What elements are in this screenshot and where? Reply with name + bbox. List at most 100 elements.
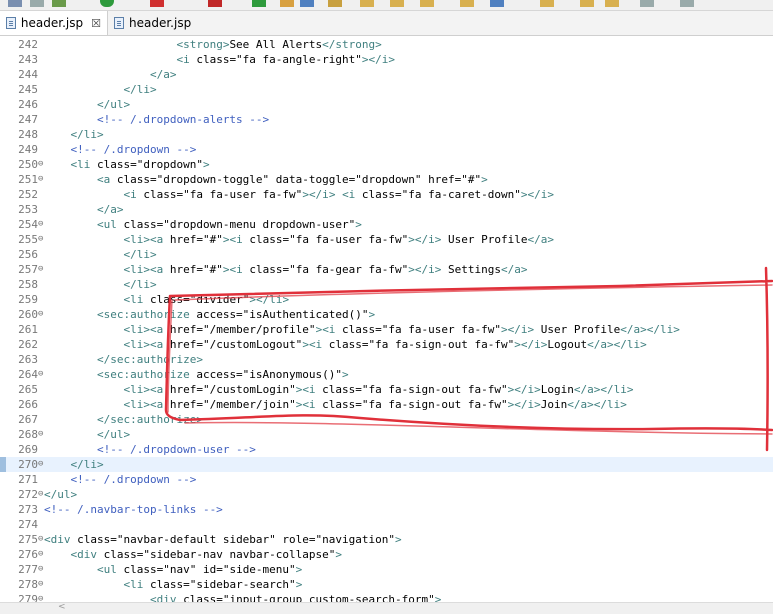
code-text: <div class="navbar-default sidebar" role… (44, 533, 402, 546)
code-text: </a> (96, 203, 124, 216)
code-line[interactable]: 254 ⊖ <ul class="dropdown-menu dropdown-u… (0, 217, 773, 232)
code-line[interactable]: 261 <li><a href="/member/profile"><i cla… (0, 322, 773, 337)
line-number: 266 (18, 398, 38, 411)
code-line[interactable]: 273 <!-- /.navbar-top-links --> (0, 502, 773, 517)
code-line[interactable]: 257 ⊖ <li><a href="#"><i class="fa fa-gea… (0, 262, 773, 277)
toolbar-icon[interactable] (490, 0, 504, 7)
code-line[interactable]: 244 </a> (0, 67, 773, 82)
toolbar-icon[interactable] (208, 0, 222, 7)
code-line[interactable]: 256 </li> (0, 247, 773, 262)
code-line[interactable]: 272 ⊖ </ul> (0, 487, 773, 502)
code-line[interactable]: 268 ⊖ </ul> (0, 427, 773, 442)
line-number: 244 (18, 68, 38, 81)
line-number: 246 (18, 98, 38, 111)
code-text: </li> (70, 128, 104, 141)
code-line[interactable]: 243 <i class="fa fa-angle-right"></i> (0, 52, 773, 67)
code-line[interactable]: 255 ⊖ <li><a href="#"><i class="fa fa-use… (0, 232, 773, 247)
code-text: </a> (149, 68, 177, 81)
code-text: <!-- /.dropdown --> (70, 143, 197, 156)
code-line[interactable]: 264 ⊖ <sec:authorize access="isAnonymous(… (0, 367, 773, 382)
code-line[interactable]: 265 <li><a href="/customLogin"><i class=… (0, 382, 773, 397)
tab-header-jsp-active[interactable]: header.jsp ☒ (0, 11, 108, 35)
toolbar-icon[interactable] (328, 0, 342, 7)
tab-label: header.jsp (20, 16, 84, 30)
forward-icon[interactable] (605, 0, 619, 7)
code-text: </li> (123, 83, 157, 96)
line-number: 274 (18, 518, 38, 531)
line-number: 243 (18, 53, 38, 66)
tab-header-jsp[interactable]: header.jsp (108, 11, 198, 35)
code-line[interactable]: 270 ⊖ </li> (0, 457, 773, 472)
code-text: </ul> (96, 98, 131, 111)
code-line[interactable]: 253 </a> (0, 202, 773, 217)
line-number: 268 (18, 428, 38, 441)
code-text: <li class="sidebar-search"> (123, 578, 303, 591)
code-text: <div class="sidebar-nav navbar-collapse"… (70, 548, 343, 561)
line-number: 269 (18, 443, 38, 456)
code-text: <!-- /.navbar-top-links --> (44, 503, 223, 516)
line-number: 264 (18, 368, 38, 381)
code-line[interactable]: 248 </li> (0, 127, 773, 142)
code-text: </li> (123, 278, 157, 291)
code-text: </sec:authorize> (96, 353, 203, 366)
run-icon[interactable] (100, 0, 114, 7)
code-line[interactable]: 250 ⊖ <li class="dropdown"> (0, 157, 773, 172)
line-number: 273 (18, 503, 38, 516)
line-number: 255 (18, 233, 38, 246)
scroll-left-icon[interactable]: < (58, 602, 66, 612)
toolbar-icon[interactable] (8, 0, 22, 7)
line-number: 245 (18, 83, 38, 96)
toolbar-icon[interactable] (390, 0, 404, 7)
code-line[interactable]: 252 <i class="fa fa-user fa-fw"></i> <i … (0, 187, 773, 202)
close-tab-icon[interactable]: ☒ (91, 17, 101, 30)
code-text: <i class="fa fa-user fa-fw"></i> <i clas… (123, 188, 555, 201)
code-line[interactable]: 276 ⊖ <div class="sidebar-nav navbar-coll… (0, 547, 773, 562)
toolbar-icon[interactable] (280, 0, 294, 7)
line-number: 257 (18, 263, 38, 276)
horizontal-scrollbar[interactable]: < (0, 602, 773, 614)
back-icon[interactable] (580, 0, 594, 7)
code-line[interactable]: 246 </ul> (0, 97, 773, 112)
code-line[interactable]: 260 ⊖ <sec:authorize access="isAuthentica… (0, 307, 773, 322)
code-line[interactable]: 271 <!-- /.dropdown --> (0, 472, 773, 487)
code-line[interactable]: 275 ⊖ <div class="navbar-default sidebar" … (0, 532, 773, 547)
code-text: <sec:authorize access="isAuthenticated()… (96, 308, 376, 321)
toolbar-icon[interactable] (680, 0, 694, 7)
toolbar-icon[interactable] (540, 0, 554, 7)
code-line[interactable]: 266 <li><a href="/member/join"><i class=… (0, 397, 773, 412)
code-line[interactable]: 277 ⊖ <ul class="nav" id="side-menu"> (0, 562, 773, 577)
code-line[interactable]: 267 </sec:authorize> (0, 412, 773, 427)
code-line[interactable]: 278 ⊖ <li class="sidebar-search"> (0, 577, 773, 592)
code-text: <li class="divider"></li> (123, 293, 290, 306)
toolbar-icon[interactable] (30, 0, 44, 7)
code-text: <li><a href="#"><i class="fa fa-user fa-… (123, 233, 555, 246)
toolbar-icon[interactable] (640, 0, 654, 7)
code-line[interactable]: 269 <!-- /.dropdown-user --> (0, 442, 773, 457)
code-line[interactable]: 262 <li><a href="/customLogout"><i class… (0, 337, 773, 352)
code-line[interactable]: 249 <!-- /.dropdown --> (0, 142, 773, 157)
code-line[interactable]: 242 <strong>See All Alerts</strong> (0, 37, 773, 52)
line-number: 265 (18, 383, 38, 396)
tab-label: header.jsp (129, 16, 192, 30)
code-line[interactable]: 259 <li class="divider"></li> (0, 292, 773, 307)
code-line[interactable]: 251 ⊖ <a class="dropdown-toggle" data-tog… (0, 172, 773, 187)
code-line[interactable]: 245 </li> (0, 82, 773, 97)
toolbar-icon[interactable] (52, 0, 66, 7)
code-editor[interactable]: 242 <strong>See All Alerts</strong> 243 <… (0, 37, 773, 602)
toolbar-icon[interactable] (420, 0, 434, 7)
stop-icon[interactable] (150, 0, 164, 7)
toolbar-icon[interactable] (300, 0, 314, 7)
line-number: 267 (18, 413, 38, 426)
play-icon[interactable] (252, 0, 266, 7)
line-number: 242 (18, 38, 38, 51)
code-line[interactable]: 247 <!-- /.dropdown-alerts --> (0, 112, 773, 127)
code-line[interactable]: 279 ⊖ <div class="input-group custom-sear… (0, 592, 773, 602)
line-number: 262 (18, 338, 38, 351)
toolbar-icon[interactable] (460, 0, 474, 7)
code-text: </ul> (44, 488, 78, 501)
code-line[interactable]: 263 </sec:authorize> (0, 352, 773, 367)
code-line[interactable]: 274 (0, 517, 773, 532)
toolbar-icon[interactable] (360, 0, 374, 7)
code-text: <!-- /.dropdown --> (70, 473, 197, 486)
code-line[interactable]: 258 </li> (0, 277, 773, 292)
